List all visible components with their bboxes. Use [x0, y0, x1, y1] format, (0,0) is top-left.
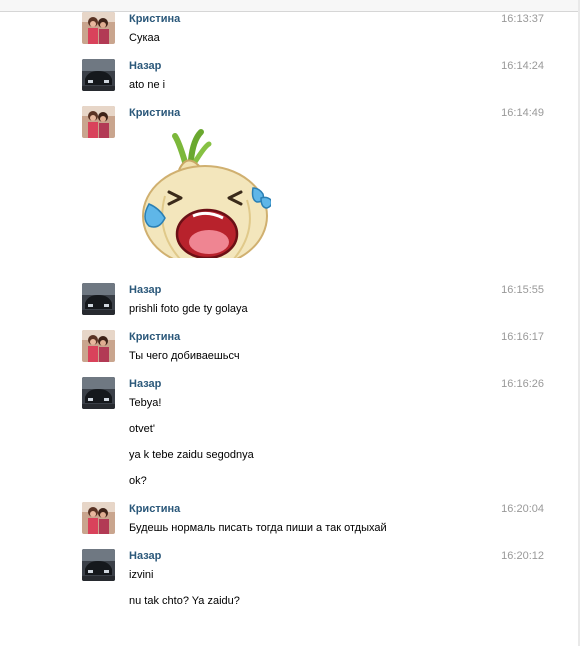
avatar-kristina[interactable]	[82, 502, 115, 534]
message-time: 16:16:26	[501, 378, 544, 390]
message-time: 16:16:17	[501, 331, 544, 343]
message-author[interactable]: Кристина	[129, 106, 180, 120]
message-row: Назар 16:16:26 Tebya! otvet' ya k tebe z…	[82, 377, 544, 492]
message-author[interactable]: Кристина	[129, 502, 180, 516]
message-row: Кристина 16:13:37 Сукаа	[82, 12, 544, 48]
message-text: ya k tebe zaidu segodnya	[129, 449, 254, 461]
message-text: izvini	[129, 569, 154, 581]
message-time: 16:13:37	[501, 13, 544, 25]
avatar-nazar[interactable]	[82, 59, 115, 91]
avatar-kristina[interactable]	[82, 12, 115, 44]
message-row: Кристина 16:16:17 Ты чего добиваешьсч	[82, 330, 544, 366]
message-text: ato ne i	[129, 79, 166, 91]
message-text: Сукаа	[129, 32, 160, 44]
message-author[interactable]: Кристина	[129, 12, 180, 26]
message-author[interactable]: Назар	[129, 549, 161, 563]
message-text: Ты чего добиваешьсч	[129, 350, 240, 362]
message-row: Назар 16:15:55 prishli foto gde ty golay…	[82, 283, 544, 319]
message-author[interactable]: Назар	[129, 59, 161, 73]
message-text: ok?	[129, 475, 147, 487]
message-text: Будешь нормаль писать тогда пиши а так о…	[129, 522, 387, 534]
message-row: Назар 16:14:24 ato ne i	[82, 59, 544, 95]
avatar-kristina[interactable]	[82, 330, 115, 362]
message-row: Кристина 16:14:49	[82, 106, 544, 271]
avatar-nazar[interactable]	[82, 549, 115, 581]
avatar-nazar[interactable]	[82, 377, 115, 409]
message-time: 16:20:04	[501, 503, 544, 515]
message-text: Tebya!	[129, 397, 162, 409]
message-author[interactable]: Назар	[129, 283, 161, 297]
message-author[interactable]: Назар	[129, 377, 161, 391]
message-time: 16:15:55	[501, 284, 544, 296]
message-time: 16:14:24	[501, 60, 544, 72]
crying-onion-sticker[interactable]	[135, 122, 273, 267]
top-edge-bar	[0, 0, 579, 12]
avatar-nazar[interactable]	[82, 283, 115, 315]
message-author[interactable]: Кристина	[129, 330, 180, 344]
avatar-kristina[interactable]	[82, 106, 115, 138]
message-text: prishli foto gde ty golaya	[129, 303, 248, 315]
message-row: Кристина 16:20:04 Будешь нормаль писать …	[82, 502, 544, 538]
message-text: otvet'	[129, 423, 155, 435]
message-text: nu tak chto? Ya zaidu?	[129, 595, 240, 607]
message-time: 16:20:12	[501, 550, 544, 562]
message-row: Назар 16:20:12 izvini nu tak chto? Ya za…	[82, 549, 544, 614]
message-time: 16:14:49	[501, 107, 544, 119]
